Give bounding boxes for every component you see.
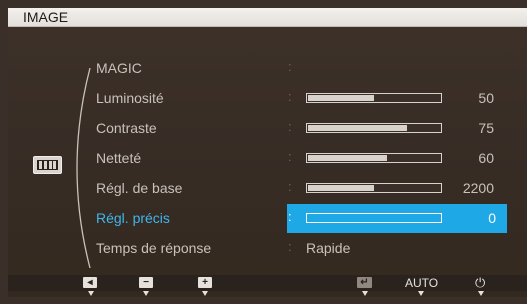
menu-item-luminosite[interactable]: Luminosité : 50 (8, 84, 527, 113)
menu-item-label: Luminosité (96, 90, 164, 106)
menu-item-value: 2200 (462, 180, 494, 196)
menu-item-value: 0 (488, 210, 496, 226)
menu-item-colon: : (288, 149, 292, 164)
menu-item-regl-de-base[interactable]: Régl. de base : 2200 (8, 174, 527, 203)
nettete-slider[interactable] (306, 153, 442, 163)
menu-item-colon: : (288, 179, 292, 194)
menu-item-colon: : (288, 119, 292, 134)
minus-glyph: − (143, 277, 149, 288)
enter-glyph: ↵ (360, 277, 369, 288)
menu-item-label: MAGIC (96, 60, 142, 76)
down-pointer-icon (418, 291, 424, 296)
slider-fill (308, 155, 387, 161)
enter-icon[interactable]: ↵ (357, 277, 372, 288)
menu-item-value: 75 (478, 120, 494, 136)
window-title: IMAGE (23, 9, 69, 25)
down-pointer-icon (478, 291, 484, 296)
down-pointer-icon (362, 291, 368, 296)
title-bar: IMAGE (8, 8, 527, 27)
slider-fill (308, 125, 407, 131)
menu-item-colon: : (288, 239, 292, 254)
regl-precis-slider[interactable] (306, 213, 442, 223)
menu-item-colon: : (288, 89, 292, 104)
luminosite-slider[interactable] (306, 93, 442, 103)
menu-item-colon: : (288, 59, 292, 74)
power-icon[interactable]: ⏻ (475, 275, 485, 291)
contraste-slider[interactable] (306, 123, 442, 133)
menu-item-value: 60 (478, 150, 494, 166)
minus-icon[interactable]: − (139, 277, 153, 288)
menu-item-value: 50 (478, 90, 494, 106)
menu-item-magic[interactable]: MAGIC : (8, 54, 527, 83)
menu-item-temps-de-reponse[interactable]: Temps de réponse : Rapide (8, 234, 527, 263)
plus-glyph: + (202, 277, 208, 288)
down-pointer-icon (88, 291, 94, 296)
button-guide-bar: ◂ − + ↵ AUTO ⏻ (8, 275, 527, 291)
menu-item-nettete[interactable]: Netteté : 60 (8, 144, 527, 173)
left-arrow-glyph: ◂ (87, 277, 93, 288)
menu-item-label: Régl. de base (96, 180, 183, 196)
button-pointer-row (8, 291, 527, 297)
menu-item-label: Temps de réponse (96, 240, 212, 256)
plus-icon[interactable]: + (198, 277, 212, 288)
menu-item-label: Netteté (96, 150, 142, 166)
slider-fill (308, 95, 374, 101)
menu-item-colon: : (288, 209, 292, 224)
left-arrow-icon[interactable]: ◂ (83, 277, 97, 288)
menu-item-label: Contraste (96, 120, 157, 136)
slider-fill (308, 185, 374, 191)
menu-item-label-selected[interactable]: Régl. précis (96, 210, 170, 226)
menu-item-contraste[interactable]: Contraste : 75 (8, 114, 527, 143)
menu-item-regl-precis[interactable]: : 0 (287, 204, 507, 233)
menu-item-value: Rapide (306, 240, 351, 256)
down-pointer-icon (143, 291, 149, 296)
auto-button[interactable]: AUTO (405, 276, 438, 290)
osd-window: IMAGE MAGIC : Luminosité : 50 Contraste … (8, 8, 527, 297)
down-pointer-icon (202, 291, 208, 296)
regl-de-base-slider[interactable] (306, 183, 442, 193)
